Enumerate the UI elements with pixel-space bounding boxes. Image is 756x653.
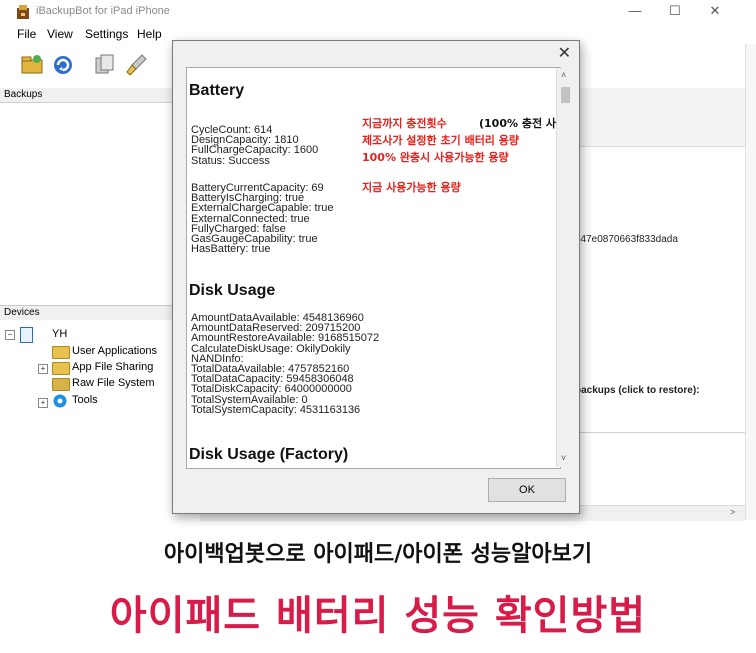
close-window-button[interactable]: ✕ — [700, 3, 730, 19]
tree-root-yh[interactable]: YH — [52, 326, 67, 342]
minimize-button[interactable]: — — [620, 3, 650, 18]
tree-item-raw-file-system[interactable]: Raw File System — [72, 375, 155, 391]
tree-item-app-file-sharing[interactable]: App File Sharing — [72, 359, 153, 375]
dialog-content: Battery CycleCount: 614 DesignCapacity: 1… — [186, 67, 561, 469]
dialog-scrollbar[interactable]: ˄ ˅ — [556, 68, 574, 467]
battery-property: Status: Success — [191, 154, 270, 167]
ok-button[interactable]: OK — [488, 478, 566, 502]
scroll-down-icon[interactable]: ˅ — [561, 453, 566, 463]
device-icon — [20, 327, 33, 343]
brush-icon[interactable] — [124, 52, 150, 78]
app-icon — [16, 4, 30, 20]
menu-settings[interactable]: Settings — [85, 27, 128, 41]
refresh-button[interactable] — [50, 52, 76, 78]
disk-usage-group: AmountDataAvailable: 4548136960 AmountDat… — [191, 312, 379, 416]
window-title: iBackupBot for iPad iPhone — [36, 5, 170, 17]
menu-help[interactable]: Help — [137, 27, 162, 41]
restore-label: backups (click to restore): — [575, 385, 700, 396]
banner-subtitle: 아이백업봇으로 아이패드/아이폰 성능알아보기 — [163, 542, 593, 567]
content-header-bar — [575, 88, 745, 147]
annotation-full-charge: 100% 완충시 사용가능한 용량 — [362, 151, 509, 164]
copy-icon[interactable] — [92, 52, 118, 78]
dialog-scroll-thumb[interactable] — [561, 87, 570, 103]
section-title-disk-usage: Disk Usage — [189, 282, 276, 299]
section-title-battery: Battery — [189, 82, 245, 99]
battery-property: HasBattery: true — [191, 243, 271, 256]
dialog-close-button[interactable]: ✕ — [558, 43, 571, 63]
folder-icon — [52, 362, 70, 375]
device-info-dialog: ✕ Battery CycleCount: 614 DesignCapacity:… — [172, 40, 580, 514]
annotation-design-capacity: 제조사가 설정한 초기 배터리 용량 — [362, 134, 519, 147]
banner-title: 아이패드 배터리 성능 확인방법 — [109, 593, 647, 639]
open-folder-button[interactable] — [20, 52, 46, 78]
section-title-disk-usage-factory: Disk Usage (Factory) — [189, 446, 349, 463]
scroll-right-icon[interactable]: > — [730, 507, 735, 517]
backup-hash: b47e0870663f833dada — [575, 234, 678, 245]
scroll-up-icon[interactable]: ˄ — [561, 70, 566, 80]
maximize-button[interactable]: ☐ — [660, 3, 690, 19]
disk-usage-property: TotalSystemCapacity: 4531163136 — [191, 403, 361, 416]
raw-file-system-icon — [52, 378, 70, 391]
annotation-current-capacity: 지금 사용가능한 용량 — [362, 181, 461, 194]
expand-icon[interactable]: + — [38, 398, 48, 408]
battery-group-1: CycleCount: 614 DesignCapacity: 1810 FullC… — [191, 124, 318, 167]
folder-icon — [52, 346, 70, 359]
tree-item-user-applications[interactable]: User Applications — [72, 343, 157, 359]
tree-item-tools[interactable]: Tools — [72, 392, 98, 408]
menu-view[interactable]: View — [47, 27, 73, 41]
battery-group-2: BatteryCurrentCapacity: 69 BatteryIsCharg… — [191, 182, 333, 256]
menu-file[interactable]: File — [17, 27, 36, 41]
expand-icon[interactable]: + — [38, 364, 48, 374]
annotation-cycle-count-note: (100% 충전 사용시 카운터 1 이올라감 ) — [479, 117, 560, 130]
tools-gear-icon — [52, 393, 68, 414]
collapse-root-icon[interactable]: − — [5, 330, 15, 340]
divider — [575, 432, 745, 433]
annotation-cycle-count: 지금까지 충전횟수 — [362, 117, 447, 130]
vertical-scrollbar[interactable] — [745, 44, 756, 520]
